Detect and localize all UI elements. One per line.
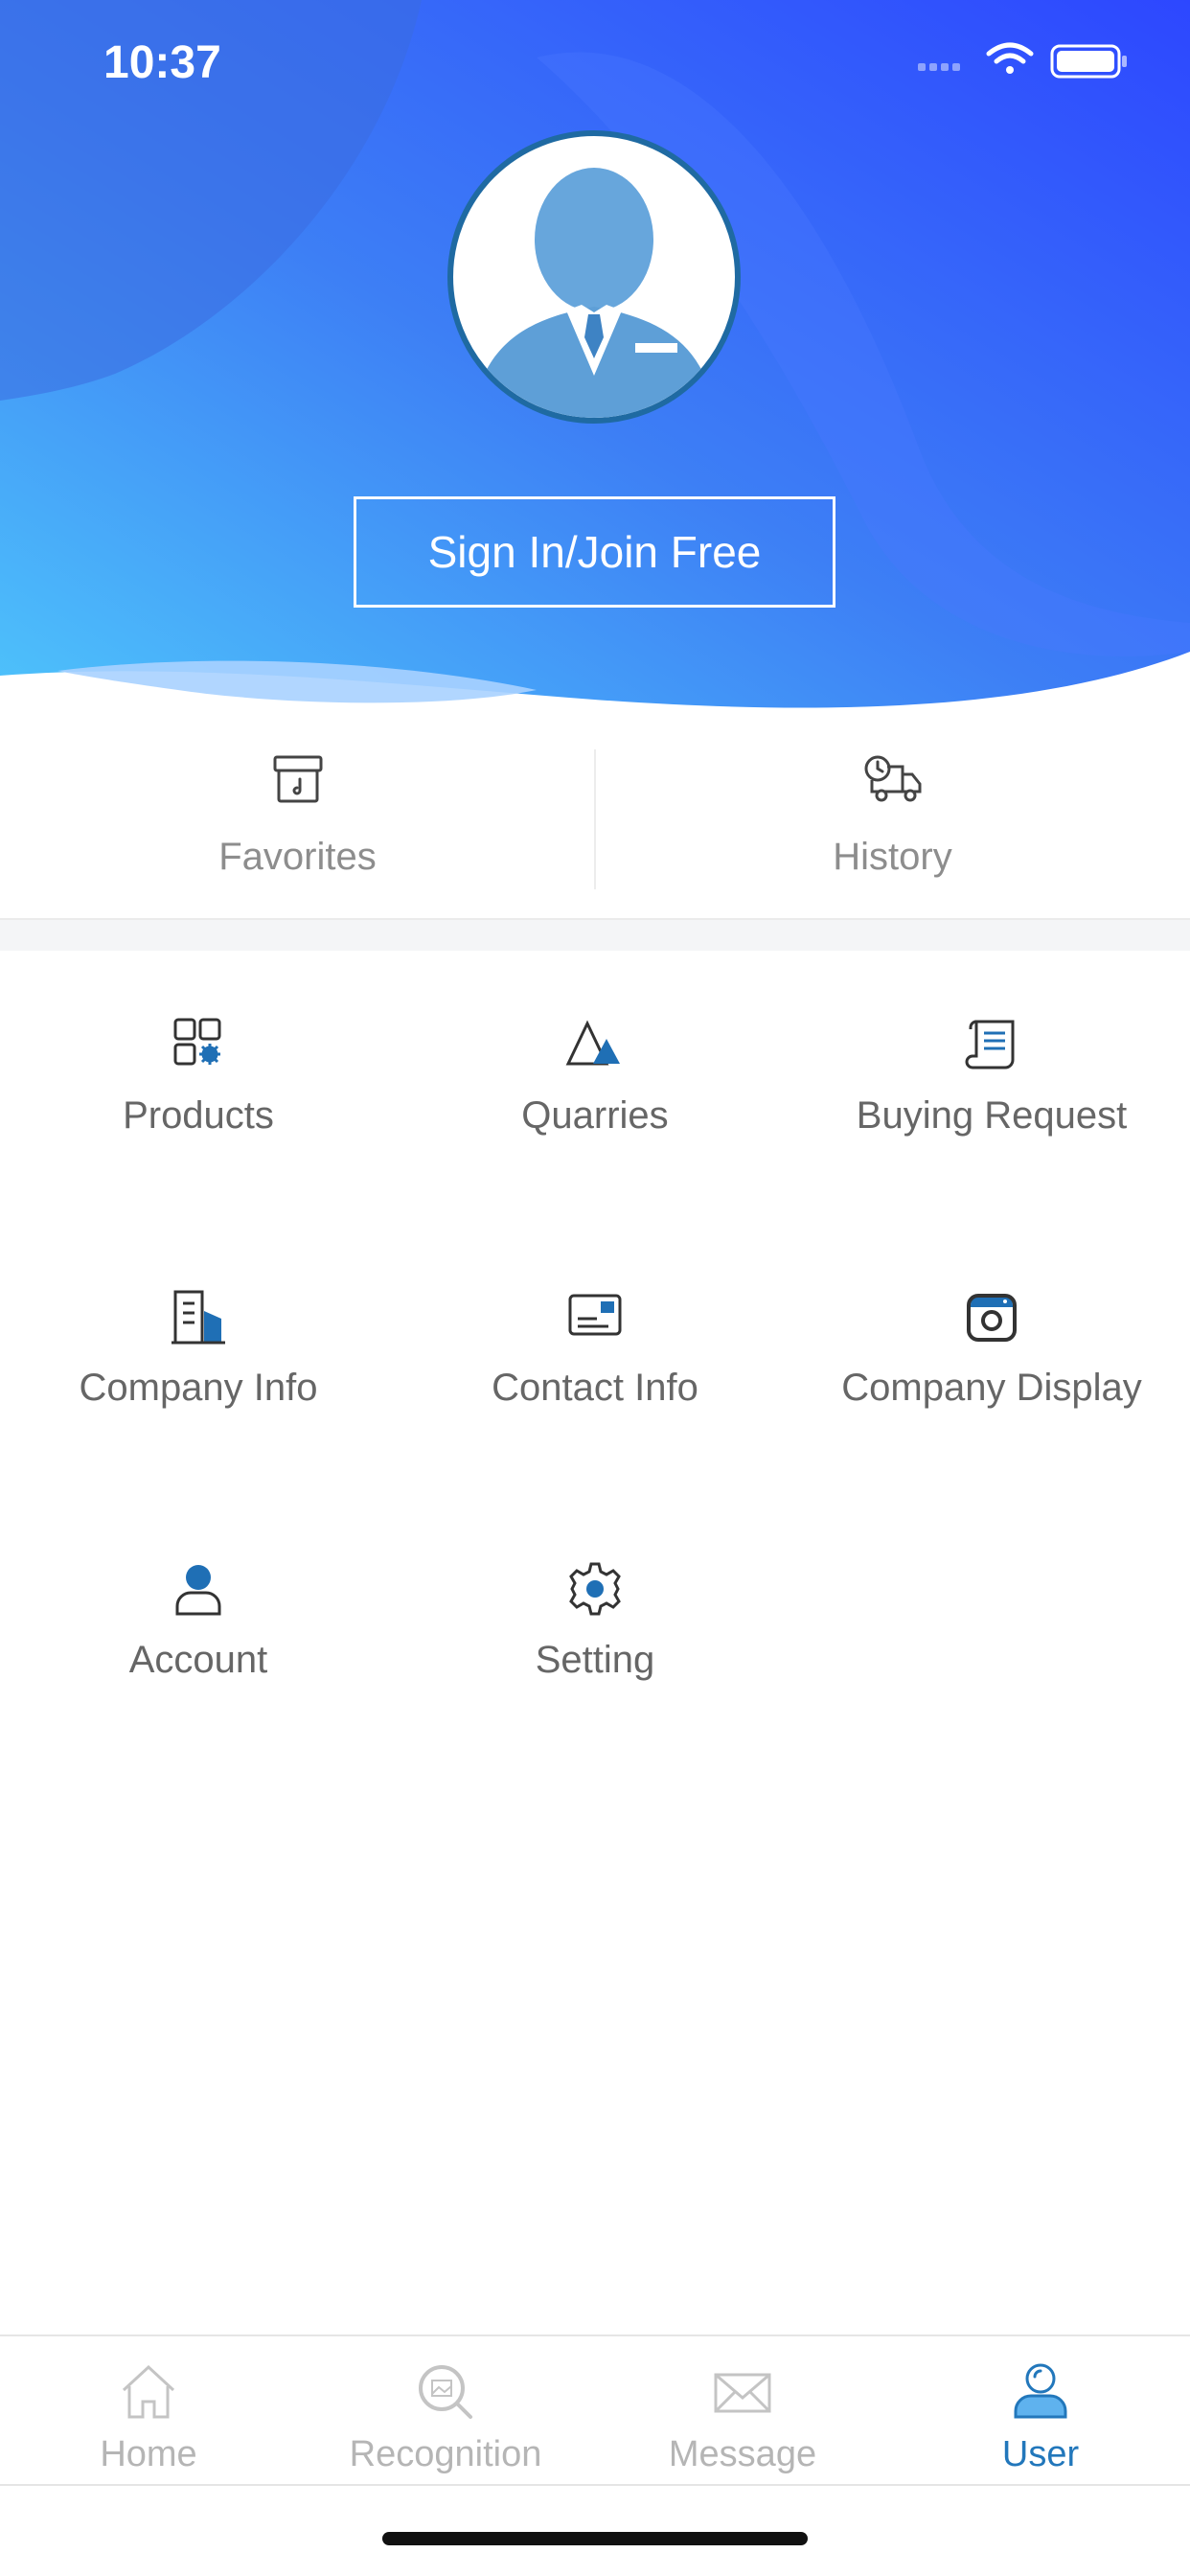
tab-label: Home xyxy=(100,2434,197,2474)
menu-item-label: Company Info xyxy=(79,1367,318,1409)
delivery-truck-clock-icon xyxy=(862,753,924,812)
tab-label: Recognition xyxy=(349,2434,542,2474)
grid-gear-icon xyxy=(172,1016,225,1074)
favorites-item[interactable]: Favorites xyxy=(0,728,595,920)
user-icon xyxy=(170,1560,227,1622)
house-icon xyxy=(118,2361,179,2427)
contact-card-icon xyxy=(566,1288,624,1346)
wifi-icon xyxy=(986,42,1034,74)
tab-home[interactable]: Home xyxy=(0,2336,297,2484)
battery-icon xyxy=(1050,44,1127,79)
menu-item-label: Company Display xyxy=(841,1367,1142,1409)
envelope-icon xyxy=(712,2361,773,2427)
menu-item-label: Products xyxy=(123,1094,274,1137)
signin-button[interactable]: Sign In/Join Free xyxy=(354,496,835,608)
menu-item-label: Quarries xyxy=(521,1094,669,1137)
menu-item-setting[interactable]: Setting xyxy=(397,1560,793,1752)
menu-item-quarries[interactable]: Quarries xyxy=(397,1016,793,1208)
status-time: 10:37 xyxy=(103,37,221,88)
favorites-label: Favorites xyxy=(218,836,377,878)
scroll-document-icon xyxy=(963,1016,1020,1078)
archive-box-icon xyxy=(271,753,325,812)
menu-item-company-info[interactable]: Company Info xyxy=(0,1288,397,1480)
menu-item-products[interactable]: Products xyxy=(0,1016,397,1208)
history-label: History xyxy=(833,836,952,878)
history-item[interactable]: History xyxy=(595,728,1190,920)
avatar[interactable] xyxy=(447,130,741,424)
user-icon xyxy=(1010,2361,1071,2427)
quick-links-divider xyxy=(594,749,596,889)
profile-header: 10:37 Sign In/Join Free xyxy=(0,0,1190,728)
user-avatar-icon xyxy=(472,168,716,418)
status-icons xyxy=(918,42,1129,85)
tab-label: Message xyxy=(668,2434,817,2474)
building-icon xyxy=(170,1288,227,1350)
tab-label: User xyxy=(1001,2434,1080,2474)
tab-message[interactable]: Message xyxy=(594,2336,891,2484)
gear-icon xyxy=(566,1560,624,1622)
menu-item-account[interactable]: Account xyxy=(0,1560,397,1752)
section-separator xyxy=(0,918,1190,951)
menu-item-label: Setting xyxy=(535,1639,655,1681)
tab-user[interactable]: User xyxy=(891,2336,1190,2484)
menu-item-label: Account xyxy=(128,1639,268,1681)
image-search-icon xyxy=(415,2361,476,2427)
camera-icon xyxy=(963,1288,1020,1350)
menu-item-company-display[interactable]: Company Display xyxy=(793,1288,1190,1480)
signal-icon xyxy=(918,63,960,71)
tab-recognition[interactable]: Recognition xyxy=(297,2336,594,2484)
menu-item-label: Contact Info xyxy=(492,1367,698,1409)
menu-item-contact-info[interactable]: Contact Info xyxy=(397,1288,793,1480)
menu-item-label: Buying Request xyxy=(856,1094,1128,1137)
home-indicator[interactable] xyxy=(382,2532,808,2545)
tab-bar: Home Recognition Message User xyxy=(0,2334,1190,2486)
mountain-icon xyxy=(564,1016,626,1074)
menu-item-buying-request[interactable]: Buying Request xyxy=(793,1016,1190,1208)
